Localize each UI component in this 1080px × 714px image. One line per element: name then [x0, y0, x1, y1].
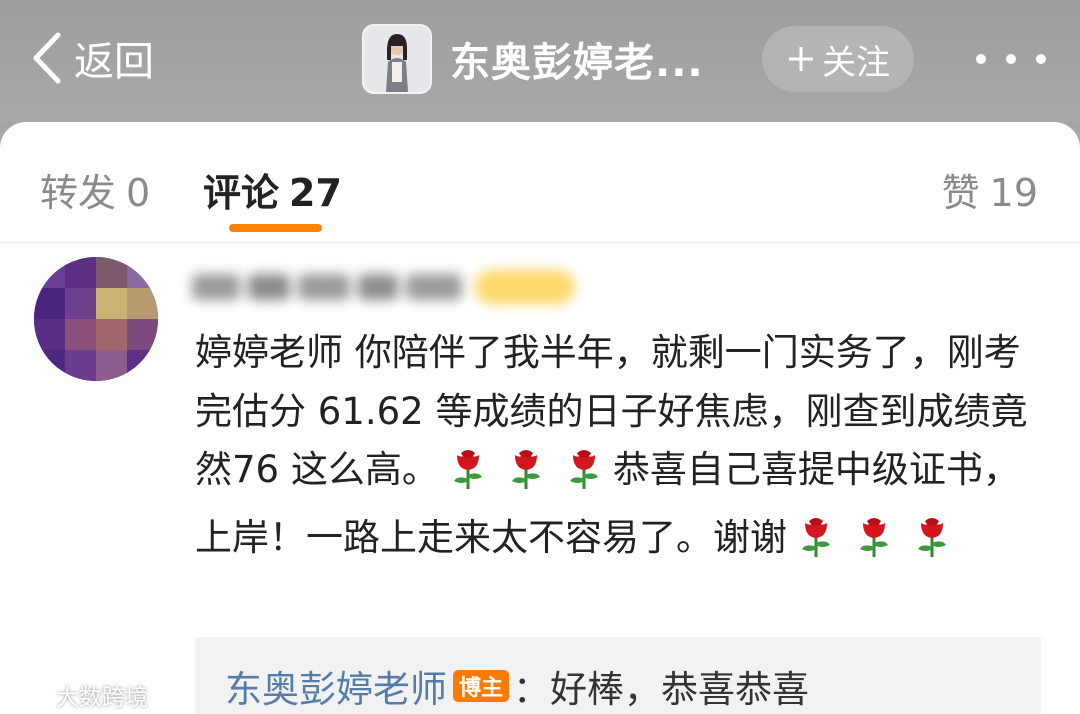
- reply-box[interactable]: 东奥彭婷老师 博主 ：好棒，恭喜恭喜: [195, 637, 1041, 714]
- commenter-name-masked[interactable]: [192, 266, 492, 306]
- person-icon: [364, 26, 430, 92]
- reply-text: ：好棒，恭喜恭喜: [513, 668, 810, 711]
- tab-label: 评论: [203, 171, 280, 215]
- author-tag-badge: 博主: [453, 670, 510, 702]
- reply-author-link[interactable]: 东奥彭婷老师: [225, 659, 447, 713]
- watermark: 大数跨境: [10, 678, 148, 712]
- tab-forward[interactable]: 转发 0: [40, 162, 150, 217]
- follow-button[interactable]: 关注: [762, 26, 914, 92]
- follow-label: 关注: [822, 42, 890, 83]
- rose-icon: [796, 517, 836, 568]
- more-icon[interactable]: [976, 44, 1046, 74]
- comment-text: 婷婷老师 你陪伴了我半年，就剩一门实务了，刚考完估分 61.62 等成绩的日子好…: [195, 324, 1045, 576]
- watermark-logo-icon: [11, 686, 49, 704]
- member-badge-masked: [475, 270, 575, 304]
- author-avatar[interactable]: [362, 24, 432, 94]
- rose-icon: [448, 450, 488, 500]
- tab-bar: 转发 0 评论 27 赞 19: [0, 122, 1080, 243]
- more-dot: [1036, 54, 1046, 64]
- back-button[interactable]: 返回: [30, 28, 154, 88]
- more-dot: [976, 54, 986, 64]
- watermark-text: 大数跨境: [56, 685, 148, 711]
- author-name[interactable]: 东奥彭婷老...: [450, 30, 704, 88]
- rose-icon: [506, 450, 546, 500]
- tab-likes[interactable]: 赞 19: [942, 162, 1038, 217]
- top-bar: 返回 东奥彭婷老... 关注: [0, 0, 1080, 122]
- tab-count: 0: [126, 171, 151, 215]
- comment-sheet: 转发 0 评论 27 赞 19 婷婷老师 你陪伴了我半年，就剩一门实务了，刚考完…: [0, 122, 1080, 714]
- tab-count: 27: [289, 171, 342, 215]
- back-label: 返回: [74, 39, 154, 85]
- commenter-avatar[interactable]: [34, 257, 158, 381]
- active-tab-indicator: [229, 224, 322, 232]
- tab-count: 19: [989, 171, 1038, 215]
- chevron-left-icon: [33, 32, 61, 84]
- tab-label: 转发: [40, 171, 117, 215]
- rose-icon: [912, 517, 952, 568]
- author-header[interactable]: 东奥彭婷老...: [362, 24, 704, 94]
- reply-content: 东奥彭婷老师 博主 ：好棒，恭喜恭喜: [225, 659, 809, 713]
- plus-icon: [789, 47, 813, 71]
- rose-icon: [854, 517, 894, 568]
- tab-label: 赞: [941, 171, 980, 215]
- more-dot: [1006, 54, 1016, 64]
- tab-comments[interactable]: 评论 27: [203, 162, 342, 217]
- mosaic-avatar: [34, 257, 158, 381]
- rose-icon: [564, 450, 604, 500]
